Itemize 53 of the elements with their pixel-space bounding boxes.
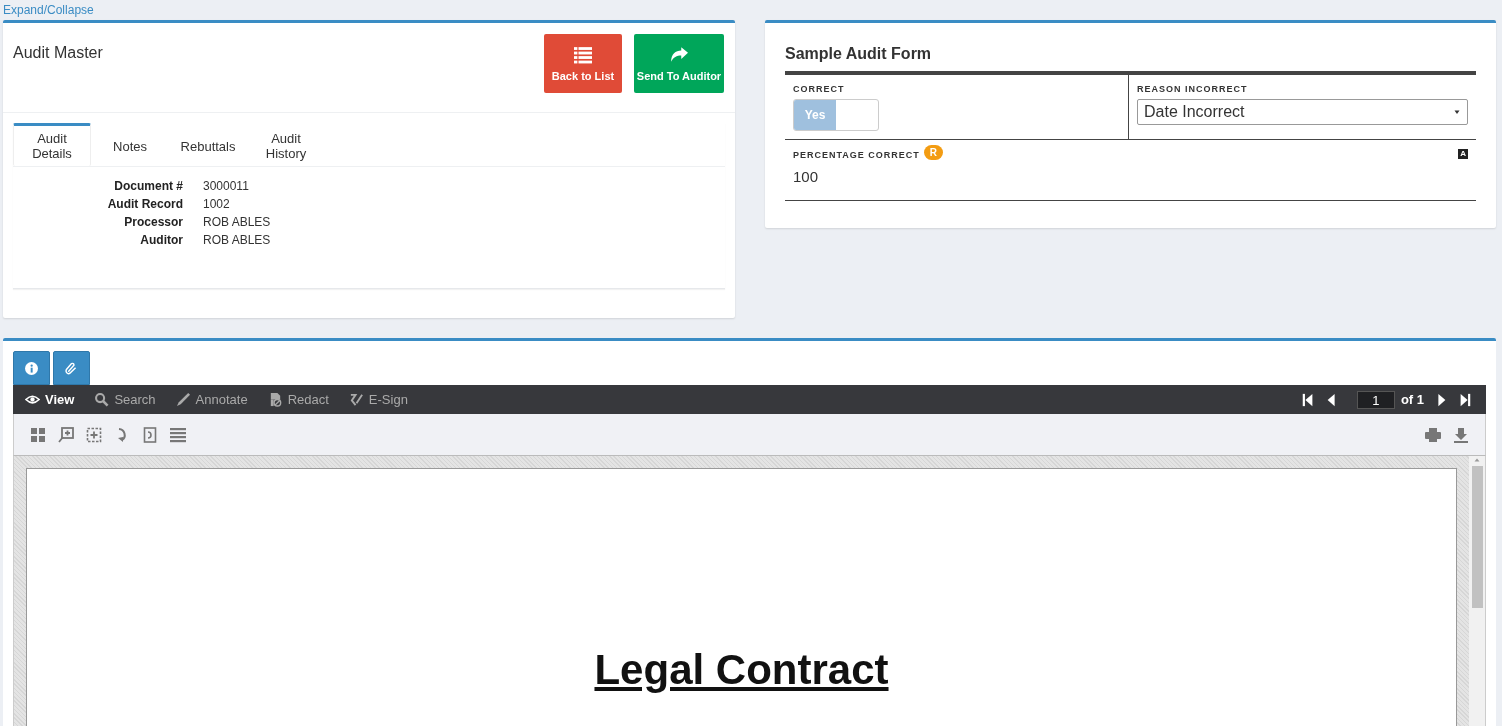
- field-label: Processor: [123, 215, 183, 229]
- field-label: Auditor: [139, 233, 183, 247]
- mode-tab[interactable]: E-Sign: [348, 392, 408, 407]
- field-value: 3000011: [203, 179, 250, 193]
- tab[interactable]: Audit History: [247, 123, 325, 166]
- dropdown-caret-icon: [1453, 108, 1461, 116]
- signature-icon: [348, 392, 364, 407]
- last-page-icon[interactable]: [1458, 392, 1472, 407]
- back-to-list-button[interactable]: Back to List: [544, 34, 622, 93]
- field-label: REASON INCORRECT: [1137, 84, 1249, 94]
- search-icon: [94, 392, 110, 407]
- mode-tab[interactable]: Redact: [267, 392, 329, 407]
- continuous-scroll-icon[interactable]: [170, 426, 186, 443]
- field-value: ROB ABLES: [203, 233, 272, 247]
- required-badge: R: [923, 145, 944, 160]
- panel-title: Audit Master: [13, 44, 103, 63]
- send-to-auditor-button[interactable]: Send To Auditor: [634, 34, 724, 93]
- tab[interactable]: Notes: [91, 123, 169, 166]
- zoom-in-icon[interactable]: [58, 426, 74, 443]
- marquee-zoom-icon[interactable]: [86, 426, 102, 443]
- tab[interactable]: Rebuttals: [169, 123, 247, 166]
- page-number-field[interactable]: 1: [1356, 390, 1395, 409]
- field-label: PERCENTAGE CORRECT: [793, 149, 920, 160]
- info-icon: [25, 361, 38, 375]
- form-title: Sample Audit Form: [785, 45, 933, 63]
- list-icon: [573, 45, 593, 64]
- download-icon[interactable]: [1453, 426, 1469, 443]
- page-count: of 1: [1400, 392, 1424, 407]
- scrollbar[interactable]: [1469, 456, 1485, 726]
- field-label: Document #: [113, 179, 183, 193]
- field-value: 100: [793, 168, 820, 185]
- reason-select[interactable]: Date Incorrect: [1137, 99, 1468, 125]
- field-value: ROB ABLES: [203, 215, 272, 229]
- print-icon[interactable]: [1425, 426, 1441, 443]
- info-button[interactable]: [13, 351, 50, 385]
- field-label: CORRECT: [793, 84, 846, 94]
- expand-collapse-link[interactable]: Expand/Collapse: [3, 3, 94, 17]
- fit-page-icon[interactable]: [142, 426, 158, 443]
- first-page-icon[interactable]: [1300, 392, 1315, 407]
- mode-tab[interactable]: Annotate: [175, 392, 248, 407]
- mode-tab[interactable]: View: [25, 392, 75, 407]
- pencil-icon: [175, 392, 191, 407]
- tab[interactable]: Audit Details: [13, 123, 91, 166]
- document-title: Legal Contract: [594, 646, 889, 694]
- attachment-button[interactable]: [53, 351, 90, 385]
- share-arrow-icon: [669, 45, 689, 64]
- field-label: Audit Record: [106, 197, 183, 211]
- marker-badge: A: [1458, 149, 1468, 159]
- mode-tab[interactable]: Search: [94, 392, 156, 407]
- eye-icon: [25, 392, 40, 407]
- thumbnails-icon[interactable]: [30, 426, 46, 443]
- paperclip-icon: [65, 361, 78, 375]
- field-value: 1002: [203, 197, 231, 211]
